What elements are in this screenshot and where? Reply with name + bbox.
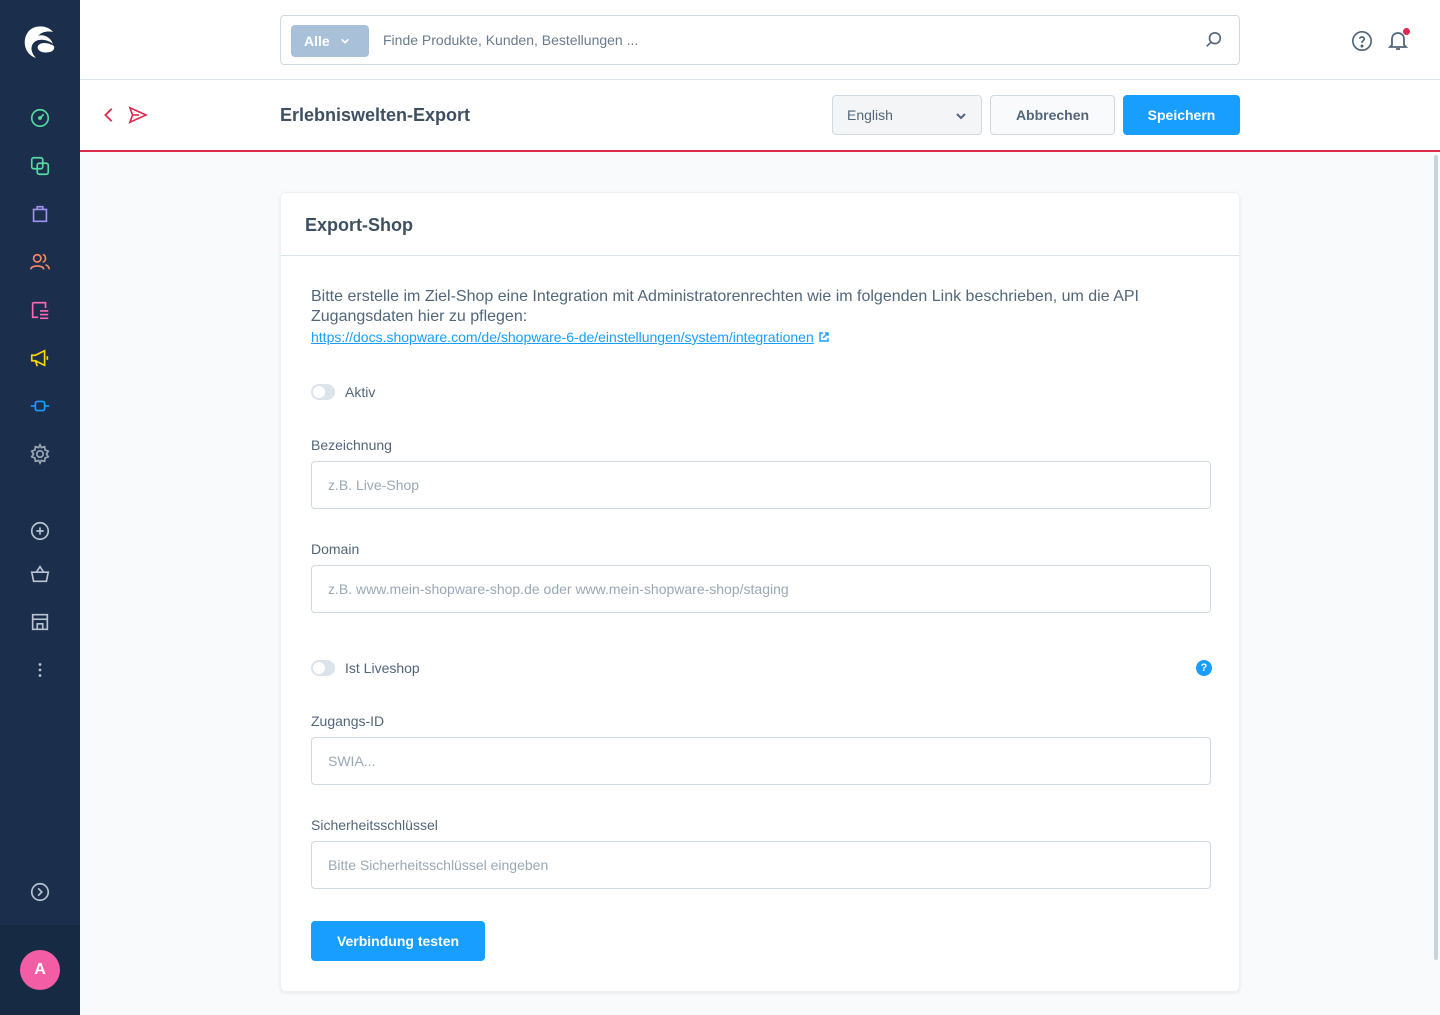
liveshop-switch-row: Ist Liveshop bbox=[311, 660, 420, 676]
docs-link[interactable]: https://docs.shopware.com/de/shopware-6-… bbox=[311, 329, 830, 345]
active-label: Aktiv bbox=[345, 384, 376, 400]
dashboard-icon[interactable] bbox=[28, 106, 52, 130]
card-title: Export-Shop bbox=[281, 193, 1239, 256]
storefront-icon[interactable] bbox=[28, 610, 52, 634]
help-circle-icon[interactable] bbox=[1351, 30, 1373, 52]
export-shop-card: Export-Shop Bitte erstelle im Ziel-Shop … bbox=[280, 192, 1240, 992]
notification-dot bbox=[1403, 28, 1410, 35]
search-icon[interactable] bbox=[1205, 31, 1223, 49]
more-icon[interactable] bbox=[28, 658, 52, 682]
save-button[interactable]: Speichern bbox=[1123, 95, 1240, 135]
active-switch-row: Aktiv bbox=[311, 384, 375, 400]
sidebar: A bbox=[0, 0, 80, 1015]
catalog-icon[interactable] bbox=[28, 154, 52, 178]
marketing-icon[interactable] bbox=[28, 346, 52, 370]
name-label: Bezeichnung bbox=[311, 437, 392, 453]
chevron-down-icon bbox=[956, 113, 966, 120]
test-connection-button[interactable]: Verbindung testen bbox=[311, 921, 485, 961]
avatar[interactable]: A bbox=[20, 950, 60, 990]
search-input[interactable]: Finde Produkte, Kunden, Bestellungen ... bbox=[383, 32, 638, 48]
back-arrow-icon[interactable] bbox=[100, 106, 118, 124]
customers-icon[interactable] bbox=[28, 250, 52, 274]
page-title: Erlebniswelten-Export bbox=[280, 105, 471, 125]
notification-bell[interactable] bbox=[1386, 28, 1412, 54]
scrollbar[interactable] bbox=[1434, 155, 1438, 960]
search-type-label: Alle bbox=[304, 33, 330, 49]
liveshop-toggle[interactable] bbox=[311, 660, 335, 676]
name-input[interactable] bbox=[311, 461, 1211, 509]
domain-input[interactable] bbox=[311, 565, 1211, 613]
chevron-circle-icon[interactable] bbox=[28, 880, 52, 904]
liveshop-label: Ist Liveshop bbox=[345, 660, 420, 676]
docs-link-text: https://docs.shopware.com/de/shopware-6-… bbox=[311, 329, 814, 345]
search-type-select[interactable]: Alle bbox=[291, 25, 369, 57]
help-icon[interactable]: ? bbox=[1196, 660, 1212, 676]
add-circle-icon[interactable] bbox=[28, 519, 52, 543]
topbar: Alle Finde Produkte, Kunden, Bestellunge… bbox=[80, 0, 1440, 80]
smartbar: Erlebniswelten-Export English Abbrechen … bbox=[80, 80, 1440, 152]
secret-key-label: Sicherheitsschlüssel bbox=[311, 817, 438, 833]
content-icon[interactable] bbox=[28, 298, 52, 322]
access-id-label: Zugangs-ID bbox=[311, 713, 385, 729]
send-icon bbox=[128, 106, 148, 124]
language-value: English bbox=[847, 107, 893, 123]
cancel-button[interactable]: Abbrechen bbox=[990, 95, 1115, 135]
secret-key-input[interactable] bbox=[311, 841, 1211, 889]
basket-icon[interactable] bbox=[28, 562, 52, 586]
domain-label: Domain bbox=[311, 541, 360, 557]
orders-icon[interactable] bbox=[28, 202, 52, 226]
intro-text: Bitte erstelle im Ziel-Shop eine Integra… bbox=[311, 288, 1139, 325]
extensions-icon[interactable] bbox=[28, 394, 52, 418]
global-search[interactable]: Alle Finde Produkte, Kunden, Bestellunge… bbox=[280, 15, 1240, 65]
active-toggle[interactable] bbox=[311, 384, 335, 400]
chevron-down-icon bbox=[340, 38, 349, 44]
sidebar-footer: A bbox=[0, 925, 80, 1015]
access-id-input[interactable] bbox=[311, 737, 1211, 785]
language-select[interactable]: English bbox=[832, 95, 982, 135]
settings-icon[interactable] bbox=[28, 442, 52, 466]
shopware-logo[interactable] bbox=[20, 22, 60, 62]
external-link-icon bbox=[819, 332, 829, 342]
